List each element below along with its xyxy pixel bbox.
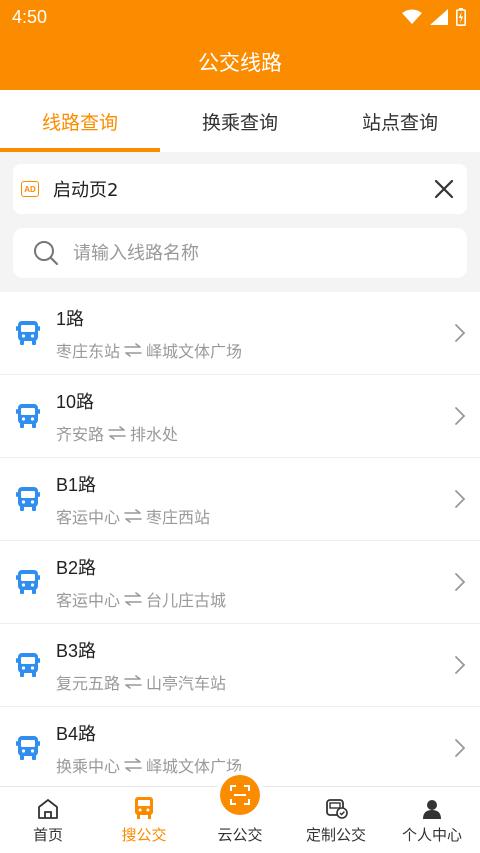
route-from: 复元五路 bbox=[56, 673, 121, 693]
page-title: 公交线路 bbox=[198, 51, 282, 75]
route-item-1[interactable]: 1路 枣庄东站 峄城文体广场 bbox=[0, 292, 480, 375]
bus-icon bbox=[16, 653, 40, 677]
chevron-right-icon bbox=[455, 324, 466, 342]
cloud-bus-scan-button[interactable] bbox=[216, 771, 264, 819]
route-item-10[interactable]: 10路 齐安路 排水处 bbox=[0, 375, 480, 458]
bus-icon bbox=[135, 797, 153, 819]
route-to: 峄城文体广场 bbox=[146, 341, 243, 361]
search-icon bbox=[34, 241, 59, 266]
route-from: 客运中心 bbox=[56, 507, 121, 527]
route-stops: 枣庄东站 峄城文体广场 bbox=[56, 338, 454, 362]
route-to: 台儿庄古城 bbox=[146, 590, 227, 610]
route-name: B4路 bbox=[56, 723, 97, 744]
wifi-icon bbox=[402, 9, 422, 24]
route-to: 排水处 bbox=[130, 424, 179, 444]
route-name: B1路 bbox=[56, 474, 97, 495]
nav-label: 个人中心 bbox=[401, 826, 462, 844]
bus-icon bbox=[16, 736, 40, 760]
chevron-right-icon bbox=[455, 739, 466, 757]
tab-label: 线路查询 bbox=[41, 111, 118, 134]
nav-label: 首页 bbox=[32, 826, 63, 844]
route-info: B4路 换乘中心 峄城文体广场 bbox=[56, 720, 454, 777]
route-info: 10路 齐安路 排水处 bbox=[56, 388, 454, 445]
close-icon[interactable] bbox=[433, 178, 455, 200]
signal-icon bbox=[430, 9, 448, 25]
route-to: 枣庄西站 bbox=[146, 507, 211, 527]
tab-label: 换乘查询 bbox=[201, 111, 278, 134]
nav-label: 搜公交 bbox=[121, 826, 167, 844]
route-from: 客运中心 bbox=[56, 590, 121, 610]
battery-icon bbox=[456, 8, 466, 26]
bus-icon bbox=[16, 321, 40, 345]
nav-label: 云公交 bbox=[217, 826, 263, 844]
route-item-b2[interactable]: B2路 客运中心 台儿庄古城 bbox=[0, 541, 480, 624]
swap-arrows-icon bbox=[124, 591, 142, 606]
route-stops: 客运中心 台儿庄古城 bbox=[56, 587, 454, 611]
custom-bus-icon bbox=[326, 799, 348, 819]
tab-station-query[interactable]: 站点查询 bbox=[320, 90, 480, 152]
status-icons bbox=[402, 8, 466, 26]
ad-text: 启动页2 bbox=[53, 180, 119, 201]
route-info: B2路 客运中心 台儿庄古城 bbox=[56, 554, 454, 611]
status-time: 4:50 bbox=[12, 6, 48, 27]
nav-search-bus[interactable]: 搜公交 bbox=[96, 787, 192, 853]
route-to: 山亭汽车站 bbox=[146, 673, 227, 693]
swap-arrows-icon bbox=[124, 757, 142, 772]
route-info: B1路 客运中心 枣庄西站 bbox=[56, 471, 454, 528]
tab-bar: 线路查询 换乘查询 站点查询 bbox=[0, 90, 480, 152]
route-from: 换乘中心 bbox=[56, 756, 121, 776]
route-list: 1路 枣庄东站 峄城文体广场 10路 齐安路 排水处 B1路 客运中心 枣庄西站… bbox=[0, 292, 480, 786]
bus-icon bbox=[16, 570, 40, 594]
route-info: B3路 复元五路 山亭汽车站 bbox=[56, 637, 454, 694]
route-name: B2路 bbox=[56, 557, 97, 578]
tab-transfer-query[interactable]: 换乘查询 bbox=[160, 90, 320, 152]
bus-icon bbox=[16, 404, 40, 428]
tab-label: 站点查询 bbox=[361, 111, 438, 134]
app-header: 公交线路 bbox=[0, 34, 480, 90]
route-from: 齐安路 bbox=[56, 424, 105, 444]
route-name: 1路 bbox=[56, 308, 85, 329]
home-icon bbox=[38, 799, 58, 819]
scan-icon bbox=[230, 785, 250, 805]
chevron-right-icon bbox=[455, 407, 466, 425]
nav-profile[interactable]: 个人中心 bbox=[384, 787, 480, 853]
route-item-b3[interactable]: B3路 复元五路 山亭汽车站 bbox=[0, 624, 480, 707]
route-item-b1[interactable]: B1路 客运中心 枣庄西站 bbox=[0, 458, 480, 541]
route-info: 1路 枣庄东站 峄城文体广场 bbox=[56, 305, 454, 362]
chevron-right-icon bbox=[455, 656, 466, 674]
search-box[interactable] bbox=[13, 228, 467, 278]
status-bar: 4:50 bbox=[0, 0, 480, 34]
nav-home[interactable]: 首页 bbox=[0, 787, 96, 853]
swap-arrows-icon bbox=[124, 508, 142, 523]
route-stops: 客运中心 枣庄西站 bbox=[56, 504, 454, 528]
tab-route-query[interactable]: 线路查询 bbox=[0, 90, 160, 152]
swap-arrows-icon bbox=[124, 342, 142, 357]
chevron-right-icon bbox=[455, 573, 466, 591]
scan-button-circle bbox=[220, 775, 260, 815]
nav-custom-bus[interactable]: 定制公交 bbox=[288, 787, 384, 853]
chevron-right-icon bbox=[455, 490, 466, 508]
ad-banner[interactable]: AD 启动页2 bbox=[13, 164, 467, 214]
search-input[interactable] bbox=[73, 242, 447, 264]
route-stops: 齐安路 排水处 bbox=[56, 421, 454, 445]
swap-arrows-icon bbox=[124, 674, 142, 689]
route-stops: 换乘中心 峄城文体广场 bbox=[56, 753, 454, 777]
person-icon bbox=[423, 800, 441, 819]
bus-icon bbox=[16, 487, 40, 511]
route-name: 10路 bbox=[56, 391, 95, 412]
nav-label: 定制公交 bbox=[305, 826, 366, 844]
route-stops: 复元五路 山亭汽车站 bbox=[56, 670, 454, 694]
swap-arrows-icon bbox=[108, 425, 126, 440]
route-name: B3路 bbox=[56, 640, 97, 661]
ad-badge: AD bbox=[21, 181, 39, 197]
route-from: 枣庄东站 bbox=[56, 341, 121, 361]
